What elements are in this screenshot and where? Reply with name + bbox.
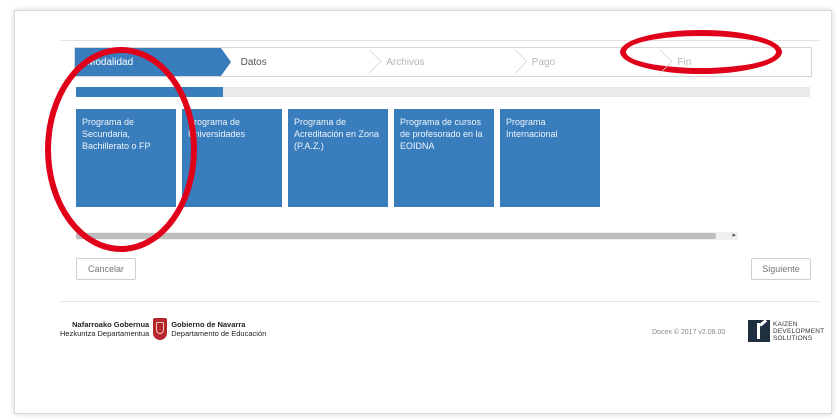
gov-spanish-name: Gobierno de Navarra — [171, 320, 246, 329]
navarra-shield-icon — [153, 318, 168, 340]
header-divider — [60, 40, 820, 41]
horizontal-scrollbar[interactable]: ▸ — [76, 232, 738, 240]
step-label: Pago — [531, 56, 556, 68]
gov-basque-dept: Hezkuntza Departamentua — [60, 329, 150, 338]
step-label: Datos — [240, 56, 267, 68]
program-tile-profesorado[interactable]: Programa de cursos de profesorado en la … — [394, 109, 494, 207]
step-fin[interactable]: Fin — [665, 48, 811, 76]
program-tile-internacional[interactable]: Programa Internacional — [500, 109, 600, 207]
cancel-button[interactable]: Cancelar — [76, 258, 136, 280]
gov-basque-name: Nafarroako Gobernua — [72, 320, 150, 329]
program-tile-paz[interactable]: Programa de Acreditación en Zona (P.A.Z.… — [288, 109, 388, 207]
kaizen-logo: KAIZEN DEVELOPMENT SOLUTIONS — [748, 320, 824, 342]
progress-bar — [76, 87, 810, 97]
step-archivos[interactable]: Archivos — [374, 48, 528, 76]
gov-basque-text: Nafarroako Gobernua Hezkuntza Departamen… — [60, 320, 149, 338]
step-label: Modalidad — [87, 56, 134, 68]
gov-spanish-dept: Departamento de Educación — [171, 329, 267, 338]
program-tile-secundaria[interactable]: Programa de Secundaria, Bachillerato o F… — [76, 109, 176, 207]
kaizen-wordmark: KAIZEN DEVELOPMENT SOLUTIONS — [773, 320, 825, 342]
scroll-right-arrow-icon[interactable]: ▸ — [732, 232, 736, 240]
step-modalidad[interactable]: Modalidad — [75, 48, 231, 76]
version-text: Docex © 2017 v2.08.00 — [652, 329, 726, 336]
footer-divider — [60, 301, 820, 302]
step-label: Archivos — [386, 56, 425, 68]
step-datos[interactable]: Datos — [221, 48, 382, 76]
progress-bar-fill — [76, 87, 223, 97]
step-pago[interactable]: Pago — [520, 48, 673, 76]
program-tiles: Programa de Secundaria, Bachillerato o F… — [76, 109, 600, 207]
gobierno-navarra-logo: Nafarroako Gobernua Hezkuntza Departamen… — [60, 318, 266, 340]
scrollbar-thumb[interactable] — [76, 233, 716, 239]
next-button[interactable]: Siguiente — [751, 258, 811, 280]
program-tile-universidades[interactable]: Programa de Universidades — [182, 109, 282, 207]
gov-spanish-text: Gobierno de Navarra Departamento de Educ… — [171, 320, 266, 338]
wizard-stepper: Modalidad Datos Archivos Pago Fin — [74, 47, 812, 77]
step-label: Fin — [677, 56, 692, 68]
kaizen-k-icon — [748, 320, 770, 342]
